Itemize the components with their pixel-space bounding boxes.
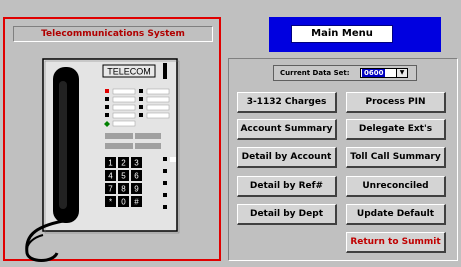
charges-button[interactable]: 3-1132 Charges <box>237 92 337 113</box>
svg-text:7: 7 <box>108 185 113 194</box>
svg-text:*: * <box>109 198 112 207</box>
keypad-key: 0 <box>118 196 129 207</box>
svg-text:1: 1 <box>108 159 113 168</box>
unreconciled-button[interactable]: Unreconciled <box>346 176 446 197</box>
svg-text:8: 8 <box>121 185 126 194</box>
svg-text:3: 3 <box>134 159 139 168</box>
current-data-set: Current Data Set: 0600 ▼ <box>273 65 417 81</box>
keypad-key: * <box>105 196 116 207</box>
dropdown-arrow-icon[interactable]: ▼ <box>396 69 407 77</box>
main-menu-button[interactable]: Main Menu <box>269 17 441 52</box>
left-panel: Telecommunications System TELECOM 1 2 3 … <box>3 17 221 262</box>
keypad-key: 8 <box>118 183 129 194</box>
detail-by-account-button[interactable]: Detail by Account <box>237 147 337 168</box>
keypad-key: 2 <box>118 157 129 168</box>
telephone-illustration: TELECOM 1 2 34 5 67 8 9* 0 # <box>25 58 180 262</box>
svg-text:9: 9 <box>134 185 139 194</box>
system-title: Telecommunications System <box>13 26 213 42</box>
keypad-key: 3 <box>131 157 142 168</box>
svg-text:6: 6 <box>134 172 139 181</box>
keypad-key: 1 <box>105 157 116 168</box>
detail-by-ref-button[interactable]: Detail by Ref# <box>237 176 337 197</box>
data-set-value: 0600 <box>362 69 386 77</box>
keypad-key: 6 <box>131 170 142 181</box>
process-pin-button[interactable]: Process PIN <box>346 92 446 113</box>
keypad-key: 5 <box>118 170 129 181</box>
update-default-button[interactable]: Update Default <box>346 204 446 225</box>
svg-text:2: 2 <box>121 159 126 168</box>
keypad-key: 4 <box>105 170 116 181</box>
svg-text:4: 4 <box>108 172 113 181</box>
data-set-select[interactable]: 0600 ▼ <box>360 68 408 78</box>
toll-call-summary-button[interactable]: Toll Call Summary <box>346 147 446 168</box>
account-summary-button[interactable]: Account Summary <box>237 119 337 140</box>
svg-text:0: 0 <box>121 198 126 207</box>
svg-text:5: 5 <box>121 172 126 181</box>
svg-text:#: # <box>134 198 139 207</box>
main-menu-label: Main Menu <box>291 25 393 43</box>
detail-by-dept-button[interactable]: Detail by Dept <box>237 204 337 225</box>
delegate-exts-button[interactable]: Delegate Ext's <box>346 119 446 140</box>
current-data-set-label: Current Data Set: <box>280 69 350 77</box>
report-panel: Current Data Set: 0600 ▼ 3-1132 Charges … <box>228 58 458 261</box>
telecom-label: TELECOM <box>107 67 151 77</box>
keypad-key: 9 <box>131 183 142 194</box>
keypad-key: 7 <box>105 183 116 194</box>
keypad-key: # <box>131 196 142 207</box>
return-to-summit-button[interactable]: Return to Summit <box>346 232 446 253</box>
